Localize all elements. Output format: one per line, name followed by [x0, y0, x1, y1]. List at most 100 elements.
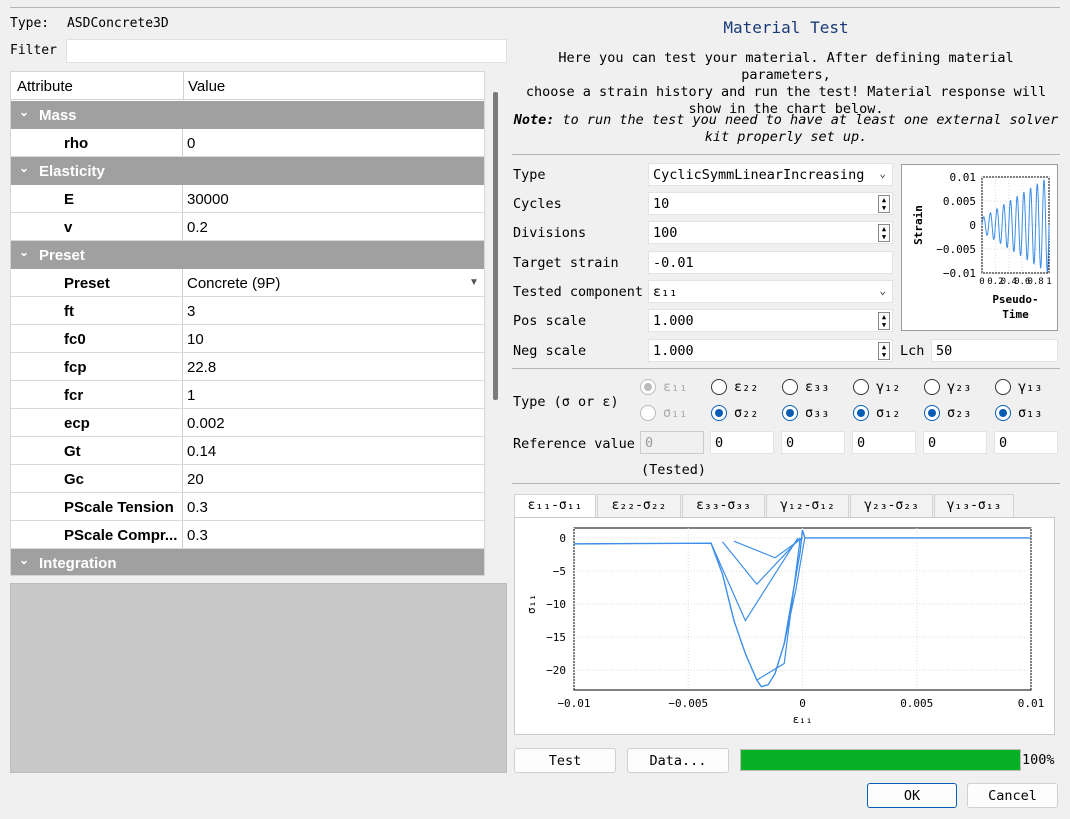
row-value[interactable]: 0.2 [187, 219, 208, 236]
radio-stress-label: σ₁₃ [1018, 405, 1043, 421]
tree-row[interactable]: Gc 20 [11, 465, 484, 493]
tree-row[interactable]: v 0.2 [11, 213, 484, 241]
group-label: Integration [39, 555, 117, 572]
tree-row[interactable]: fcp 22.8 [11, 353, 484, 381]
tab-e33-s33[interactable]: ε₃₃-σ₃₃ [682, 494, 765, 518]
row-value[interactable]: 20 [187, 471, 204, 488]
radio-strain-label: γ₁₃ [1018, 379, 1043, 395]
dropdown-arrow-icon[interactable]: ▼ [469, 277, 479, 288]
row-value[interactable]: 0.3 [187, 499, 208, 516]
note-bold: Note: [513, 112, 555, 128]
radio-stress-6[interactable] [995, 405, 1011, 421]
group-mass[interactable]: ⌄ Mass [11, 101, 484, 129]
radio-stress-2[interactable] [711, 405, 727, 421]
group-integration[interactable]: ⌄ Integration [11, 549, 484, 575]
y-tick-label: −20 [546, 664, 566, 677]
strain-history-line [981, 179, 1050, 273]
target-strain-input[interactable]: -0.01 [648, 251, 893, 274]
row-value[interactable]: 0.002 [187, 415, 225, 432]
tree-row[interactable]: Preset Concrete (9P) ▼ [11, 269, 484, 297]
lch-input[interactable]: 50 [931, 339, 1058, 362]
tab-e22-s22[interactable]: ε₂₂-σ₂₂ [597, 494, 681, 518]
col-attribute: Attribute [17, 78, 73, 95]
reference-value-input-3[interactable]: 0 [781, 431, 845, 454]
spin-arrows-icon[interactable]: ▲ ▼ [878, 342, 890, 360]
y-tick-label: 0 [559, 532, 566, 545]
strain-type-select[interactable]: CyclicSymmLinearIncreasing ⌄ [648, 163, 893, 186]
cycles-spinbox[interactable]: 10 ▲ ▼ [648, 192, 893, 215]
neg-scale-label: Neg scale [513, 343, 587, 359]
row-key: Gc [64, 471, 85, 488]
reference-value-input-4[interactable]: 0 [852, 431, 916, 454]
chart-tabs[interactable]: ε₁₁-σ₁₁ ε₂₂-σ₂₂ ε₃₃-σ₃₃ γ₁₂-σ₁₂ γ₂₃-σ₂₃ … [514, 494, 1014, 519]
spin-arrows-icon[interactable]: ▲ ▼ [878, 195, 890, 213]
tested-component-select[interactable]: ε₁₁ ⌄ [648, 280, 893, 303]
row-value[interactable]: 10 [187, 331, 204, 348]
row-value[interactable]: 1 [187, 387, 195, 404]
y-axis-label: Strain [912, 205, 925, 245]
test-button[interactable]: Test [514, 748, 616, 773]
reference-value-input-6[interactable]: 0 [994, 431, 1058, 454]
tree-row[interactable]: fcr 1 [11, 381, 484, 409]
strain-history-svg: 0 0.20.40.60.8 10.010.0050−0.005−0.01Strai… [912, 171, 1052, 321]
reference-value-input-5[interactable]: 0 [923, 431, 987, 454]
tree-row[interactable]: fc0 10 [11, 325, 484, 353]
tab-e11-s11[interactable]: ε₁₁-σ₁₁ [514, 494, 596, 519]
tree-row[interactable]: rho 0 [11, 129, 484, 157]
row-value[interactable]: 0.3 [187, 527, 208, 544]
chevron-down-icon[interactable]: ⌄ [19, 245, 29, 259]
filter-input[interactable] [66, 39, 507, 63]
tab-g12-s12[interactable]: γ₁₂-σ₁₂ [766, 494, 849, 518]
tree-row[interactable]: ecp 0.002 [11, 409, 484, 437]
row-value[interactable]: 22.8 [187, 359, 216, 376]
spin-arrows-icon[interactable]: ▲ ▼ [878, 312, 890, 330]
row-value[interactable]: 3 [187, 303, 195, 320]
tab-g23-s23[interactable]: γ₂₃-σ₂₃ [850, 494, 933, 518]
reference-value-input-1: 0 [640, 431, 704, 454]
group-label: Preset [39, 247, 85, 264]
radio-stress-3[interactable] [782, 405, 798, 421]
row-value[interactable]: 0.14 [187, 443, 216, 460]
chevron-down-icon[interactable]: ⌄ [19, 105, 29, 119]
tree-row[interactable]: E 30000 [11, 185, 484, 213]
tab-g13-s13[interactable]: γ₁₃-σ₁₃ [934, 494, 1014, 518]
type-sigma-eps-label: Type (σ or ε) [513, 394, 619, 410]
radio-stress-4[interactable] [853, 405, 869, 421]
radio-strain-5[interactable] [924, 379, 940, 395]
attribute-tree[interactable]: Attribute Value ⌄ Mass rho 0 ⌄ Elasticit… [10, 71, 485, 576]
group-preset[interactable]: ⌄ Preset [11, 241, 484, 269]
spin-arrows-icon[interactable]: ▲ ▼ [878, 224, 890, 242]
reference-value-input-2[interactable]: 0 [710, 431, 774, 454]
radio-strain-label: ε₂₂ [734, 379, 759, 395]
data-button[interactable]: Data... [627, 748, 729, 773]
y-tick-label: 0.005 [943, 195, 976, 208]
group-elasticity[interactable]: ⌄ Elasticity [11, 157, 484, 185]
x-tick-label: −0.01 [557, 697, 590, 710]
row-key: ft [64, 303, 74, 320]
tree-scrollbar[interactable] [493, 92, 498, 400]
neg-scale-spinbox[interactable]: 1.000 ▲ ▼ [648, 339, 893, 362]
chevron-down-icon[interactable]: ⌄ [19, 161, 29, 175]
chevron-down-icon[interactable]: ⌄ [19, 553, 29, 567]
pos-scale-spinbox[interactable]: 1.000 ▲ ▼ [648, 309, 893, 332]
tree-row[interactable]: Gt 0.14 [11, 437, 484, 465]
ok-button[interactable]: OK [867, 783, 957, 808]
radio-strain-6[interactable] [995, 379, 1011, 395]
radio-strain-3[interactable] [782, 379, 798, 395]
radio-strain-4[interactable] [853, 379, 869, 395]
row-value[interactable]: 30000 [187, 191, 229, 208]
radio-strain-2[interactable] [711, 379, 727, 395]
x-axis-label: Pseudo- [992, 293, 1038, 306]
radio-stress-5[interactable] [924, 405, 940, 421]
tree-row[interactable]: PScale Tension 0.3 [11, 493, 484, 521]
x-tick-label: −0.005 [668, 697, 708, 710]
tree-row[interactable]: PScale Compr... 0.3 [11, 521, 484, 549]
group-label: Elasticity [39, 163, 105, 180]
cancel-button[interactable]: Cancel [967, 783, 1058, 808]
pos-scale-value: 1.000 [653, 313, 694, 329]
tree-row[interactable]: ft 3 [11, 297, 484, 325]
preset-select[interactable]: Concrete (9P) [187, 275, 280, 292]
row-value[interactable]: 0 [187, 135, 195, 152]
y-tick-label: −5 [553, 565, 566, 578]
divisions-spinbox[interactable]: 100 ▲ ▼ [648, 221, 893, 244]
